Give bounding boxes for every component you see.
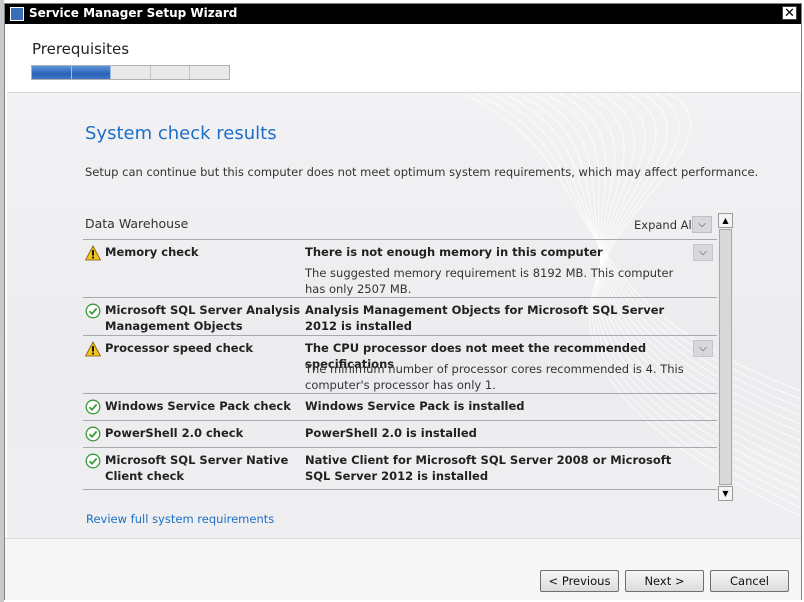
scroll-up-button[interactable]: ▲ <box>718 213 733 228</box>
results-table: Memory check There is not enough memory i… <box>83 239 717 490</box>
check-detail: The minimum number of processor cores re… <box>305 362 684 392</box>
chevron-down-icon: ⌵ <box>699 247 707 258</box>
wizard-header: Prerequisites <box>5 24 801 92</box>
wizard-footer: < Previous Next > Cancel <box>5 538 801 600</box>
expand-row-button[interactable]: ⌵ <box>693 340 713 357</box>
check-circle-icon <box>85 426 101 442</box>
page-title: Prerequisites <box>32 40 130 58</box>
title-bar[interactable]: Service Manager Setup Wizard ✕ <box>5 4 801 24</box>
wizard-content: System check results Setup can continue … <box>7 92 801 539</box>
scroll-thumb[interactable] <box>719 229 732 485</box>
check-status: Windows Service Pack is installed <box>305 399 525 413</box>
results-scrollbar[interactable]: ▲ ▼ <box>718 213 733 501</box>
app-icon <box>10 7 24 21</box>
check-name: PowerShell 2.0 check <box>105 426 244 440</box>
check-name: Processor speed check <box>105 341 254 355</box>
check-name: Microsoft SQL Server Analysis Management… <box>105 303 301 333</box>
group-label: Data Warehouse <box>85 216 189 231</box>
review-requirements-link[interactable]: Review full system requirements <box>86 512 274 526</box>
close-button[interactable]: ✕ <box>782 6 797 20</box>
progress-step <box>71 66 112 79</box>
progress-step <box>32 66 72 79</box>
progress-step <box>190 66 229 79</box>
result-row: Microsoft SQL Server Analysis Management… <box>83 297 717 335</box>
progress-step <box>111 66 151 79</box>
check-circle-icon <box>85 453 101 469</box>
check-name: Memory check <box>105 245 199 259</box>
warning-icon <box>84 341 102 357</box>
chevron-down-icon: ⌵ <box>699 343 707 354</box>
expand-all-label[interactable]: Expand All <box>634 218 695 232</box>
result-row[interactable]: Memory check There is not enough memory i… <box>83 239 717 297</box>
table-bottom-border <box>83 489 717 490</box>
setup-wizard-window: Service Manager Setup Wizard ✕ Prerequis… <box>4 3 802 600</box>
section-title: System check results <box>85 123 277 144</box>
check-detail: The suggested memory requirement is 8192… <box>305 266 674 296</box>
check-status: PowerShell 2.0 is installed <box>305 426 477 440</box>
result-row: Microsoft SQL Server Native Client check… <box>83 447 717 489</box>
wizard-progress-bar <box>31 65 230 80</box>
previous-button[interactable]: < Previous <box>540 570 619 592</box>
result-row[interactable]: Processor speed check The CPU processor d… <box>83 335 717 393</box>
check-name: Windows Service Pack check <box>105 399 291 413</box>
result-row: PowerShell 2.0 check PowerShell 2.0 is in… <box>83 420 717 447</box>
window-title: Service Manager Setup Wizard <box>29 6 238 20</box>
progress-step <box>151 66 191 79</box>
intro-text: Setup can continue but this computer doe… <box>85 165 759 179</box>
expand-row-button[interactable]: ⌵ <box>693 244 713 261</box>
check-circle-icon <box>85 303 101 319</box>
next-button[interactable]: Next > <box>625 570 704 592</box>
scroll-down-button[interactable]: ▼ <box>718 486 733 501</box>
check-name: Microsoft SQL Server Native Client check <box>105 453 289 483</box>
check-status: There is not enough memory in this compu… <box>305 245 603 259</box>
cancel-button[interactable]: Cancel <box>710 570 789 592</box>
close-icon: ✕ <box>784 6 795 21</box>
check-circle-icon <box>85 399 101 415</box>
warning-icon <box>84 245 102 261</box>
chevron-down-icon: ⌵ <box>698 219 706 230</box>
result-row: Windows Service Pack check Windows Servic… <box>83 393 717 420</box>
check-status: Native Client for Microsoft SQL Server 2… <box>305 453 672 483</box>
expand-all-button[interactable]: ⌵ <box>692 216 712 233</box>
check-status: Analysis Management Objects for Microsof… <box>305 303 665 333</box>
